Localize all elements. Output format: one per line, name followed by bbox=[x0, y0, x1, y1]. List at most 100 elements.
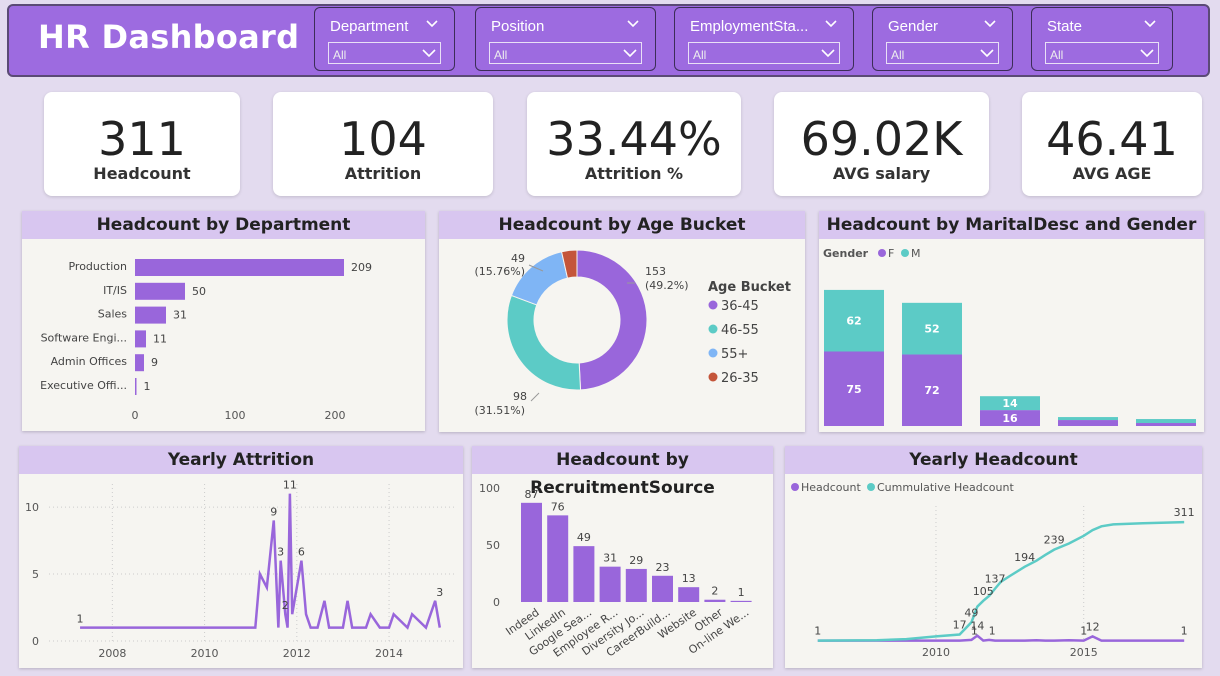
legend-marker bbox=[901, 249, 909, 257]
bar bbox=[730, 600, 752, 602]
data-label: 52 bbox=[924, 323, 939, 336]
kpi-label: Headcount bbox=[93, 164, 191, 183]
data-label: 98 bbox=[513, 390, 527, 403]
data-label: 31 bbox=[173, 309, 187, 322]
chart-headcount-by-marital-gender[interactable]: Headcount by MaritalDesc and Gender Gend… bbox=[819, 211, 1204, 432]
chart-headcount-by-age-bucket[interactable]: Headcount by Age Bucket 153 (49.2%) 98 (31.… bbox=[439, 211, 805, 432]
slicer-gender[interactable]: Gender All bbox=[872, 7, 1013, 71]
slicer-label: Gender bbox=[888, 18, 939, 35]
slicer-dropdown[interactable]: All bbox=[886, 42, 999, 64]
tick-label: 50 bbox=[486, 539, 500, 552]
chevron-down-icon bbox=[980, 49, 994, 58]
leader-line bbox=[530, 392, 540, 402]
slicer-label: Department bbox=[330, 18, 409, 35]
data-label: 137 bbox=[985, 573, 1006, 586]
chevron-down-icon[interactable] bbox=[424, 16, 440, 32]
category-label: Admin Offices bbox=[51, 355, 128, 368]
bar bbox=[135, 378, 137, 395]
kpi-label: Attrition bbox=[344, 164, 422, 183]
bar bbox=[573, 546, 595, 602]
legend-title: Age Bucket bbox=[708, 280, 791, 295]
tick-label: 10 bbox=[25, 501, 39, 514]
bar bbox=[135, 282, 185, 300]
data-label: 49 bbox=[511, 252, 525, 265]
chevron-down-icon[interactable] bbox=[1142, 16, 1158, 32]
legend-marker bbox=[708, 300, 718, 310]
chevron-down-icon bbox=[1140, 49, 1154, 58]
data-label: 62 bbox=[846, 315, 861, 328]
legend-marker bbox=[867, 483, 875, 491]
kpi-value: 33.44% bbox=[546, 112, 722, 166]
slicer-state[interactable]: State All bbox=[1031, 7, 1173, 71]
data-label: 49 bbox=[577, 531, 591, 544]
chart-yearly-headcount[interactable]: Yearly Headcount Headcount Cummulative He… bbox=[785, 446, 1202, 668]
data-label: 9 bbox=[270, 505, 277, 518]
slicer-dropdown[interactable]: All bbox=[328, 42, 441, 64]
tick-label: 0 bbox=[132, 409, 139, 422]
data-label: 209 bbox=[351, 261, 372, 274]
bar bbox=[678, 587, 700, 602]
bar-segment bbox=[1058, 420, 1118, 426]
legend-label: Headcount bbox=[801, 481, 861, 494]
slicer-position[interactable]: Position All bbox=[475, 7, 656, 71]
chart-headcount-by-department[interactable]: Headcount by Department Production 209 IT/… bbox=[22, 211, 425, 431]
chevron-down-icon[interactable] bbox=[823, 16, 839, 32]
slicer-label: EmploymentSta... bbox=[690, 18, 809, 35]
chevron-down-icon[interactable] bbox=[625, 16, 641, 32]
legend-marker bbox=[878, 249, 886, 257]
data-label: 3 bbox=[436, 586, 443, 599]
category-label: IT/IS bbox=[103, 284, 127, 297]
slicer-value: All bbox=[693, 48, 707, 62]
bar bbox=[135, 354, 144, 372]
data-label: 23 bbox=[656, 561, 670, 574]
legend-marker bbox=[708, 324, 718, 334]
tick-label: 0 bbox=[32, 635, 39, 648]
slicer-label: State bbox=[1047, 18, 1083, 35]
kpi-card-avg-salary: 69.02K AVG salary bbox=[774, 92, 989, 196]
tick-label: 2008 bbox=[98, 647, 126, 660]
data-label: 31 bbox=[603, 552, 617, 565]
data-label: 11 bbox=[283, 479, 297, 492]
chart-headcount-by-recruitment-source[interactable]: Headcount by RecruitmentSource 0 50 100 87 I… bbox=[472, 446, 773, 668]
data-label: 1 bbox=[1181, 625, 1188, 638]
chart-yearly-attrition[interactable]: Yearly Attrition 2008 2010 2012 2014 0 5 10 1 9 1… bbox=[19, 446, 463, 668]
tick-label: 2010 bbox=[922, 646, 950, 659]
kpi-value: 69.02K bbox=[800, 112, 963, 166]
data-label: 1 bbox=[814, 625, 821, 638]
slicer-department[interactable]: Department All bbox=[314, 7, 455, 71]
chart-svg: 2008 2010 2012 2014051019113263 bbox=[25, 479, 454, 660]
data-label: 6 bbox=[298, 546, 305, 559]
data-label: 2 bbox=[711, 585, 718, 598]
data-label: 9 bbox=[151, 356, 158, 369]
data-label: 1 bbox=[144, 380, 151, 393]
legend-label: 46-55 bbox=[721, 323, 759, 338]
kpi-card-attrition-pct: 33.44% Attrition % bbox=[527, 92, 741, 196]
data-label: 194 bbox=[1014, 551, 1035, 564]
legend-marker bbox=[708, 348, 718, 358]
slicer-dropdown[interactable]: All bbox=[489, 42, 642, 64]
chevron-down-icon[interactable] bbox=[982, 16, 998, 32]
tick-label: 100 bbox=[225, 409, 246, 422]
bar bbox=[547, 515, 569, 602]
data-label: (15.76%) bbox=[474, 265, 525, 278]
bar bbox=[135, 259, 344, 276]
slicer-dropdown[interactable]: All bbox=[1045, 42, 1159, 64]
legend-marker bbox=[708, 372, 718, 382]
bar bbox=[521, 502, 542, 602]
chart-svg: Headcount Cummulative Headcount2010 20151 1… bbox=[791, 481, 1195, 659]
bar-segment bbox=[1136, 419, 1196, 424]
kpi-label: AVG AGE bbox=[1072, 164, 1152, 183]
slicer-employment-status[interactable]: EmploymentSta... All bbox=[674, 7, 854, 71]
category-label: Executive Offi... bbox=[40, 379, 127, 392]
data-label: 1 bbox=[971, 625, 978, 638]
data-label: 75 bbox=[846, 383, 861, 396]
data-label: 105 bbox=[973, 585, 994, 598]
legend-label: 26-35 bbox=[721, 371, 759, 386]
data-label: 29 bbox=[629, 554, 643, 567]
legend-title: Gender bbox=[823, 247, 869, 260]
slicer-dropdown[interactable]: All bbox=[688, 42, 840, 64]
data-label: 311 bbox=[1174, 506, 1195, 519]
bar bbox=[625, 568, 647, 602]
bar bbox=[599, 566, 621, 602]
kpi-value: 311 bbox=[98, 112, 186, 166]
